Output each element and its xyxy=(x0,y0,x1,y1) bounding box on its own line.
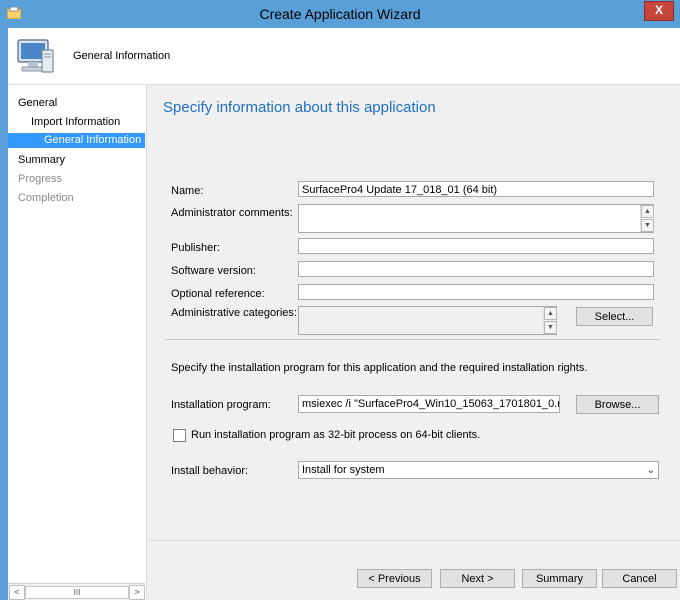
install-behavior-value: Install for system xyxy=(302,464,385,476)
nav-item-general-information[interactable]: General Information xyxy=(44,134,141,146)
publisher-label: Publisher: xyxy=(171,242,220,254)
window-title: Create Application Wizard xyxy=(259,6,421,22)
scroll-left-icon[interactable]: < xyxy=(9,585,25,600)
scroll-down-icon[interactable]: ▼ xyxy=(544,321,557,334)
previous-button[interactable]: < Previous xyxy=(357,569,432,588)
optional-reference-label: Optional reference: xyxy=(171,288,265,300)
close-button[interactable]: X xyxy=(644,1,674,21)
summary-button[interactable]: Summary xyxy=(522,569,597,588)
software-version-field[interactable] xyxy=(298,261,654,277)
install-program-field[interactable]: msiexec /i "SurfacePro4_Win10_15063_1701… xyxy=(298,395,560,413)
title-bar[interactable]: Create Application Wizard X xyxy=(0,0,680,28)
chevron-down-icon: ⌄ xyxy=(646,465,655,476)
footer-divider xyxy=(147,540,680,541)
admin-comments-field[interactable] xyxy=(298,204,654,233)
section-title: Specify information about this applicati… xyxy=(163,99,436,116)
install-behavior-select[interactable]: Install for system ⌄ xyxy=(298,461,659,479)
page-header-title: General Information xyxy=(73,50,171,62)
wizard-window: Create Application Wizard X General Info… xyxy=(0,0,680,600)
scroll-down-icon[interactable]: ▼ xyxy=(641,219,654,232)
nav-item-summary[interactable]: Summary xyxy=(18,154,65,166)
admin-categories-list[interactable] xyxy=(298,306,557,335)
run32bit-checkbox[interactable] xyxy=(173,429,186,442)
nav-item-progress: Progress xyxy=(18,173,63,185)
scroll-up-icon[interactable]: ▲ xyxy=(544,307,557,320)
main-panel: Specify information about this applicati… xyxy=(147,85,680,600)
name-label: Name: xyxy=(171,185,204,197)
scroll-right-icon[interactable]: > xyxy=(129,585,145,600)
name-field[interactable]: SurfacePro4 Update 17_018_01 (64 bit) xyxy=(298,181,654,197)
admin-categories-scrollbar[interactable]: ▲ ▼ xyxy=(543,307,557,334)
admin-categories-label: Administrative categories: xyxy=(171,307,297,319)
section-divider xyxy=(165,339,661,340)
admin-comments-label: Administrator comments: xyxy=(171,207,293,219)
next-button[interactable]: Next > xyxy=(440,569,515,588)
install-intro-text: Specify the installation program for thi… xyxy=(171,362,588,374)
nav-item-completion: Completion xyxy=(18,192,74,204)
publisher-field[interactable] xyxy=(298,238,654,254)
software-version-label: Software version: xyxy=(171,265,256,277)
cancel-button[interactable]: Cancel xyxy=(602,569,677,588)
optional-reference-field[interactable] xyxy=(298,284,654,300)
nav-item-import-information[interactable]: Import Information xyxy=(31,116,120,128)
nav-horizontal-scrollbar[interactable]: < III > xyxy=(8,583,145,600)
admin-comments-scrollbar[interactable]: ▲ ▼ xyxy=(640,205,654,232)
computer-icon xyxy=(17,39,54,73)
nav-item-general[interactable]: General xyxy=(18,97,57,109)
select-categories-button[interactable]: Select... xyxy=(576,307,653,326)
page-header: General Information xyxy=(8,28,680,85)
scroll-thumb[interactable]: III xyxy=(25,586,129,599)
wizard-client-area: General Information General Import Infor… xyxy=(8,28,680,600)
install-program-label: Installation program: xyxy=(171,399,271,411)
wizard-step-nav: General Import Information General Infor… xyxy=(8,85,147,600)
install-behavior-label: Install behavior: xyxy=(171,465,249,477)
run32bit-label: Run installation program as 32-bit proce… xyxy=(191,429,481,441)
scroll-up-icon[interactable]: ▲ xyxy=(641,205,654,218)
browse-button[interactable]: Browse... xyxy=(576,395,659,414)
